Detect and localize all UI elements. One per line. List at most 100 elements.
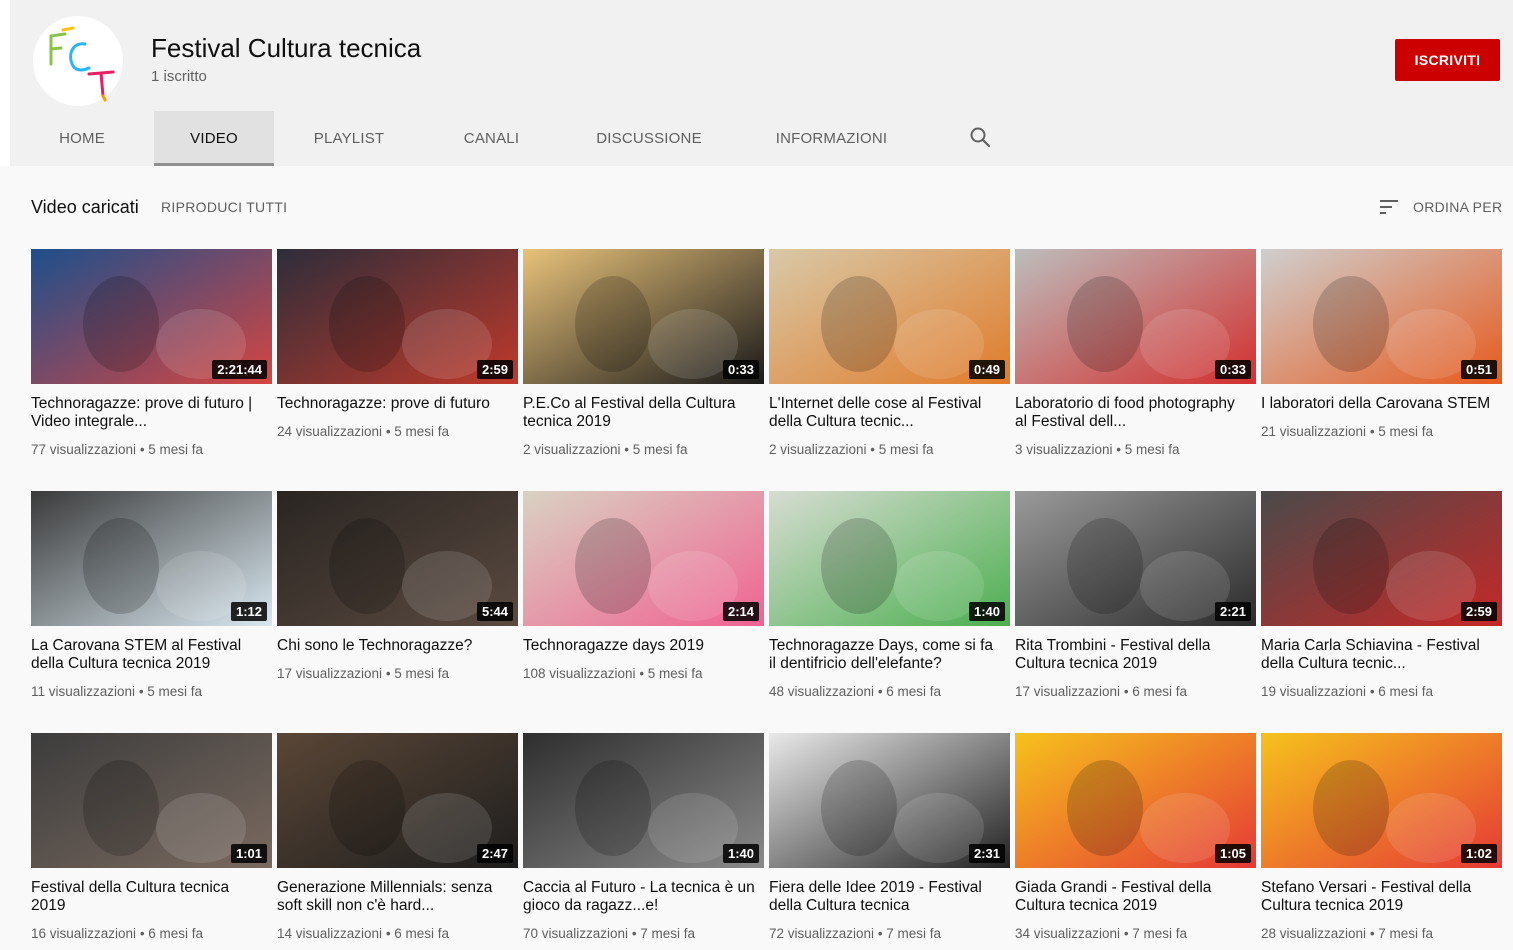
tab-informazioni[interactable]: INFORMAZIONI	[739, 111, 924, 166]
video-meta: 3 visualizzazioni • 5 mesi fa	[1015, 442, 1256, 457]
video-meta: 17 visualizzazioni • 5 mesi fa	[277, 666, 518, 681]
video-thumbnail[interactable]: 0:33	[1015, 249, 1256, 384]
video-duration: 2:21:44	[212, 360, 267, 379]
meta-separator: •	[635, 666, 648, 681]
video-card[interactable]: 0:51 I laboratori della Carovana STEM 21 v…	[1261, 249, 1502, 491]
video-title[interactable]: Giada Grandi - Festival della Cultura te…	[1015, 879, 1256, 915]
video-title[interactable]: La Carovana STEM al Festival della Cultu…	[31, 637, 272, 673]
meta-separator: •	[874, 684, 887, 699]
video-meta: 108 visualizzazioni • 5 mesi fa	[523, 666, 764, 681]
video-card[interactable]: 0:33 P.E.Co al Festival della Cultura tec…	[523, 249, 764, 491]
video-card[interactable]: 1:40 Caccia al Futuro - La tecnica è un g…	[523, 733, 764, 950]
video-card[interactable]: 1:05 Giada Grandi - Festival della Cultur…	[1015, 733, 1256, 950]
video-title[interactable]: Generazione Millennials: senza soft skil…	[277, 879, 518, 915]
video-meta: 77 visualizzazioni • 5 mesi fa	[31, 442, 272, 457]
video-duration: 0:49	[968, 360, 1005, 379]
video-title[interactable]: Stefano Versari - Festival della Cultura…	[1261, 879, 1502, 915]
video-views: 28 visualizzazioni	[1261, 926, 1367, 941]
subscribe-button[interactable]: ISCRIVITI	[1395, 39, 1500, 81]
video-thumbnail[interactable]: 1:01	[31, 733, 272, 868]
video-views: 34 visualizzazioni	[1015, 926, 1121, 941]
video-thumbnail[interactable]: 2:31	[769, 733, 1010, 868]
video-views: 17 visualizzazioni	[277, 666, 383, 681]
video-title[interactable]: Caccia al Futuro - La tecnica è un gioco…	[523, 879, 764, 915]
video-thumbnail[interactable]: 1:12	[31, 491, 272, 626]
video-card[interactable]: 1:12 La Carovana STEM al Festival della C…	[31, 491, 272, 733]
video-thumbnail[interactable]: 1:40	[523, 733, 764, 868]
video-thumbnail[interactable]: 0:51	[1261, 249, 1502, 384]
video-thumbnail[interactable]: 1:40	[769, 491, 1010, 626]
meta-separator: •	[620, 442, 633, 457]
video-age: 7 mesi fa	[640, 926, 696, 941]
video-thumbnail[interactable]: 2:21:44	[31, 249, 272, 384]
video-thumbnail[interactable]: 1:02	[1261, 733, 1502, 868]
video-title[interactable]: Festival della Cultura tecnica 2019	[31, 879, 272, 915]
video-title[interactable]: Fiera delle Idee 2019 - Festival della C…	[769, 879, 1010, 915]
meta-separator: •	[1366, 684, 1379, 699]
meta-separator: •	[382, 666, 395, 681]
video-card[interactable]: 5:44 Chi sono le Technoragazze? 17 visuali…	[277, 491, 518, 733]
video-title[interactable]: Laboratorio di food photography al Festi…	[1015, 395, 1256, 431]
tab-video[interactable]: VIDEO	[154, 111, 274, 166]
video-title[interactable]: L'Internet delle cose al Festival della …	[769, 395, 1010, 431]
tab-playlist[interactable]: PLAYLIST	[274, 111, 424, 166]
video-duration: 2:14	[722, 602, 759, 621]
video-thumbnail[interactable]: 0:49	[769, 249, 1010, 384]
video-duration: 1:40	[968, 602, 1005, 621]
video-title[interactable]: Technoragazze days 2019	[523, 637, 764, 655]
video-age: 5 mesi fa	[394, 424, 450, 439]
section-bar: Video caricati RIPRODUCI TUTTI ORDINA PE…	[0, 166, 1513, 246]
video-age: 6 mesi fa	[886, 684, 942, 699]
sort-label: ORDINA PER	[1413, 199, 1503, 215]
video-views: 48 visualizzazioni	[769, 684, 875, 699]
video-age: 5 mesi fa	[1378, 424, 1434, 439]
video-card[interactable]: 0:49 L'Internet delle cose al Festival de…	[769, 249, 1010, 491]
video-title[interactable]: Technoragazze: prove di futuro	[277, 395, 518, 413]
video-duration: 2:31	[968, 844, 1005, 863]
video-meta: 34 visualizzazioni • 7 mesi fa	[1015, 926, 1256, 941]
meta-separator: •	[866, 442, 879, 457]
video-thumbnail[interactable]: 2:59	[1261, 491, 1502, 626]
video-age: 5 mesi fa	[147, 684, 203, 699]
video-card[interactable]: 2:31 Fiera delle Idee 2019 - Festival del…	[769, 733, 1010, 950]
meta-separator: •	[382, 926, 395, 941]
video-thumbnail[interactable]: 5:44	[277, 491, 518, 626]
video-thumbnail[interactable]: 2:14	[523, 491, 764, 626]
video-age: 7 mesi fa	[886, 926, 942, 941]
video-card[interactable]: 1:01 Festival della Cultura tecnica 2019 1…	[31, 733, 272, 950]
video-card[interactable]: 2:59 Maria Carla Schiavina - Festival del…	[1261, 491, 1502, 733]
video-card[interactable]: 1:40 Technoragazze Days, come si fa il de…	[769, 491, 1010, 733]
video-card[interactable]: 2:14 Technoragazze days 2019 108 visualizz…	[523, 491, 764, 733]
video-thumbnail[interactable]: 2:47	[277, 733, 518, 868]
video-title[interactable]: Rita Trombini - Festival della Cultura t…	[1015, 637, 1256, 673]
video-title[interactable]: I laboratori della Carovana STEM	[1261, 395, 1502, 413]
video-card[interactable]: 1:02 Stefano Versari - Festival della Cul…	[1261, 733, 1502, 950]
video-thumbnail[interactable]: 2:21	[1015, 491, 1256, 626]
video-card[interactable]: 2:59 Technoragazze: prove di futuro 24 vis…	[277, 249, 518, 491]
video-title[interactable]: Maria Carla Schiavina - Festival della C…	[1261, 637, 1502, 673]
video-card[interactable]: 2:21:44 Technoragazze: prove di futuro | …	[31, 249, 272, 491]
sort-button[interactable]: ORDINA PER	[1378, 196, 1502, 218]
video-card[interactable]: 0:33 Laboratorio di food photography al F…	[1015, 249, 1256, 491]
video-card[interactable]: 2:47 Generazione Millennials: senza soft …	[277, 733, 518, 950]
video-title[interactable]: P.E.Co al Festival della Cultura tecnica…	[523, 395, 764, 431]
video-views: 77 visualizzazioni	[31, 442, 137, 457]
subscriber-count: 1 iscritto	[151, 68, 207, 85]
video-age: 5 mesi fa	[394, 666, 450, 681]
channel-avatar[interactable]	[33, 16, 123, 106]
search-icon[interactable]	[968, 125, 992, 149]
video-thumbnail[interactable]: 0:33	[523, 249, 764, 384]
video-thumbnail[interactable]: 2:59	[277, 249, 518, 384]
video-meta: 48 visualizzazioni • 6 mesi fa	[769, 684, 1010, 699]
video-duration: 2:21	[1214, 602, 1251, 621]
tab-canali[interactable]: CANALI	[424, 111, 559, 166]
video-card[interactable]: 2:21 Rita Trombini - Festival della Cultu…	[1015, 491, 1256, 733]
video-title[interactable]: Technoragazze: prove di futuro | Video i…	[31, 395, 272, 431]
tab-home[interactable]: HOME	[10, 111, 154, 166]
video-thumbnail[interactable]: 1:05	[1015, 733, 1256, 868]
video-title[interactable]: Technoragazze Days, come si fa il dentif…	[769, 637, 1010, 673]
play-all-button[interactable]: RIPRODUCI TUTTI	[161, 199, 287, 215]
tab-discussione[interactable]: DISCUSSIONE	[559, 111, 739, 166]
video-meta: 11 visualizzazioni • 5 mesi fa	[31, 684, 272, 699]
video-title[interactable]: Chi sono le Technoragazze?	[277, 637, 518, 655]
